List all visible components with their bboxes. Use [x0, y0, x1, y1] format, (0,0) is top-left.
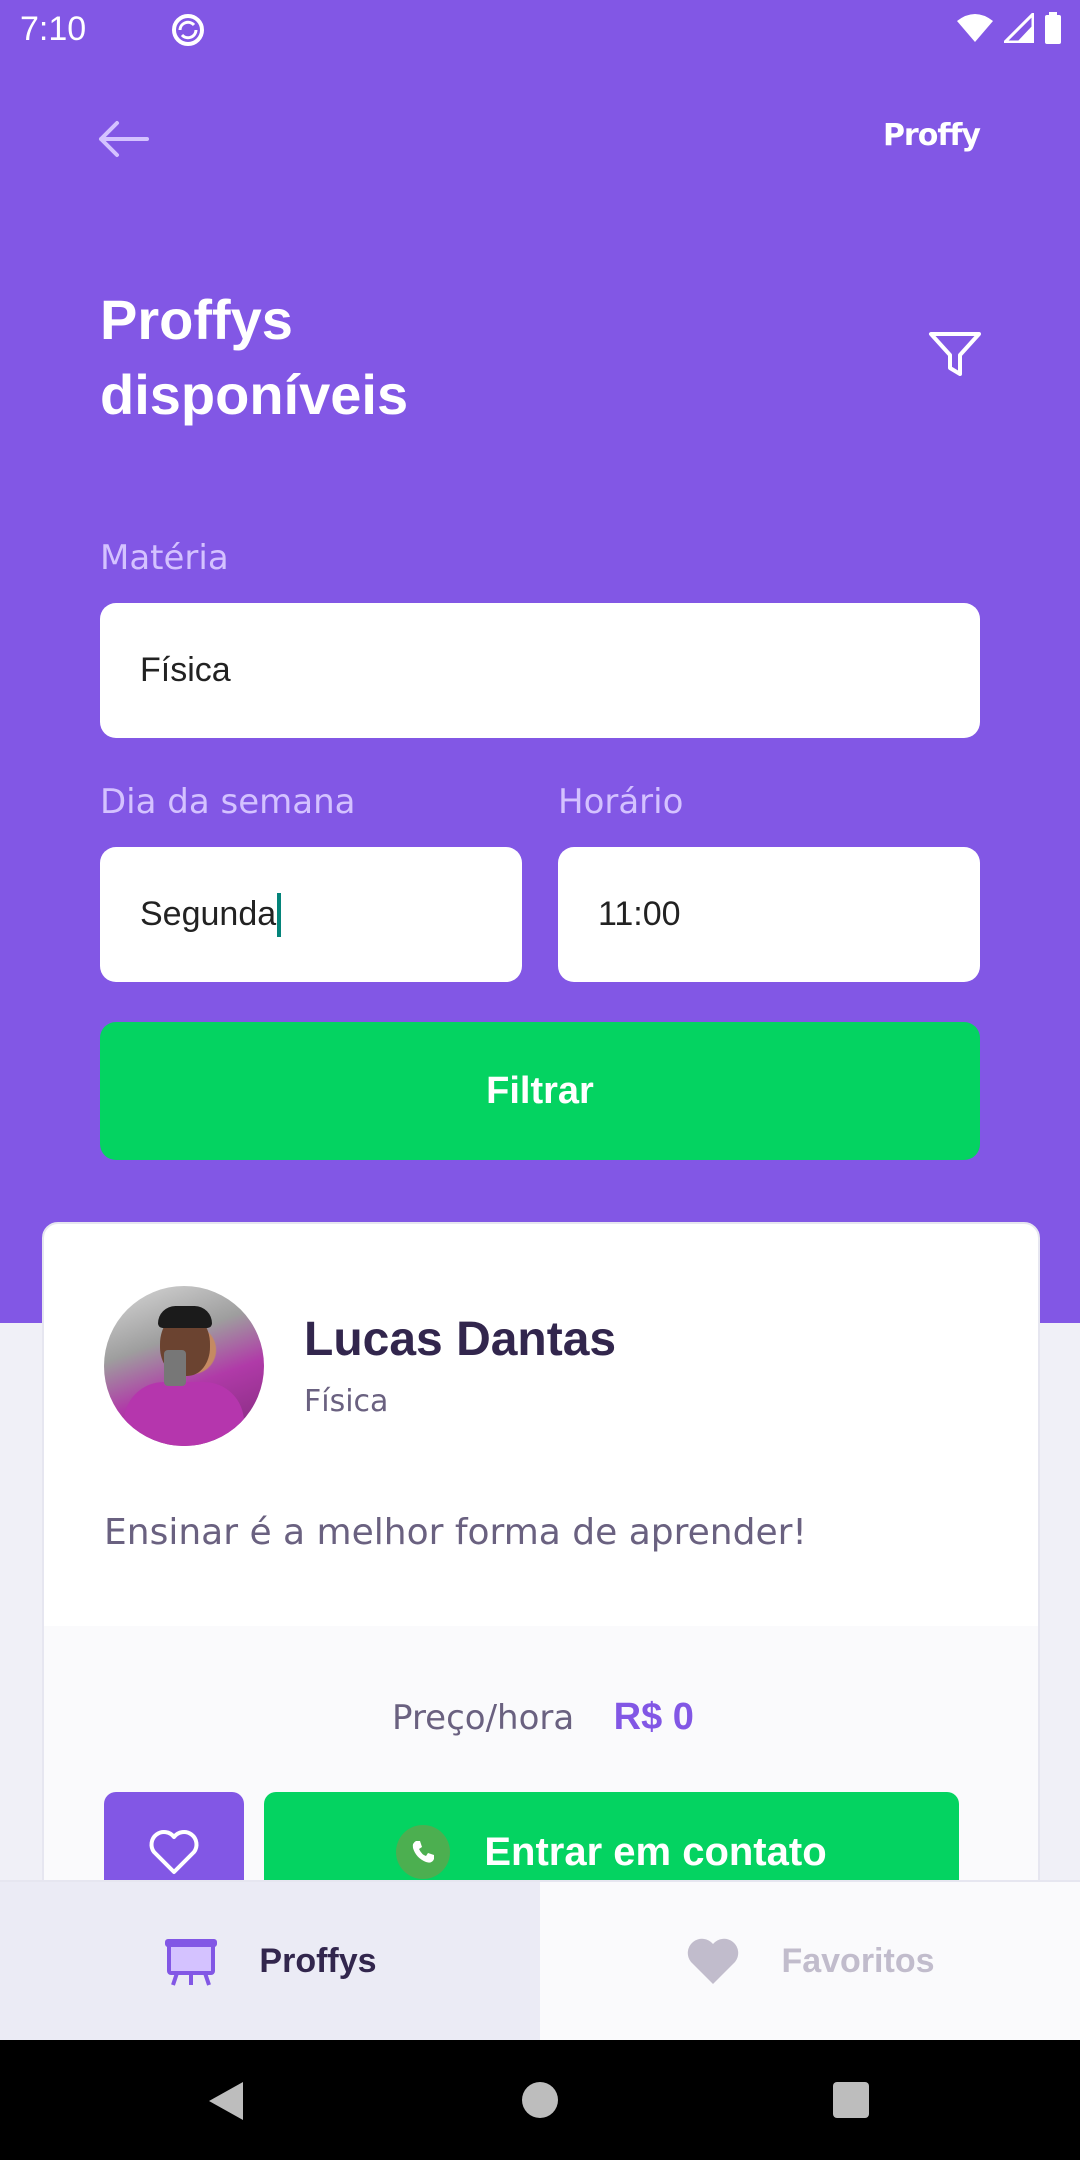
nav-back-icon[interactable] — [205, 2080, 245, 2122]
time-input[interactable]: 11:00 — [558, 847, 980, 982]
weekday-input[interactable]: Segunda — [100, 847, 522, 982]
status-icons — [956, 12, 1062, 44]
teacher-bio: Ensinar é a melhor forma de aprender! — [104, 1512, 807, 1553]
weekday-label: Dia da semana — [100, 782, 356, 822]
heart-outline-icon — [149, 1830, 199, 1874]
contact-button-label: Entrar em contato — [484, 1829, 827, 1874]
text-cursor — [277, 892, 282, 937]
weekday-input-value: Segunda — [140, 895, 277, 933]
status-time: 7:10 — [20, 10, 87, 48]
nav-home-icon[interactable] — [522, 2082, 558, 2118]
price-label: Preço/hora — [392, 1698, 575, 1738]
price-value: R$ 0 — [613, 1696, 694, 1738]
sync-icon — [172, 14, 204, 46]
tab-favoritos[interactable]: Favoritos — [540, 1882, 1080, 2040]
subject-label: Matéria — [100, 538, 229, 578]
teacher-name: Lucas Dantas — [304, 1313, 617, 1366]
wifi-icon — [957, 14, 993, 42]
tab-favoritos-label: Favoritos — [781, 1941, 935, 1980]
bottom-tab-bar: Proffys Favoritos — [0, 1880, 1080, 2040]
time-input-value: 11:00 — [598, 895, 681, 933]
subject-input-value: Física — [140, 651, 231, 689]
teacher-card: Lucas Dantas Física Ensinar é a melhor f… — [42, 1222, 1040, 1922]
teacher-subject: Física — [304, 1384, 389, 1419]
tab-proffys[interactable]: Proffys — [0, 1882, 540, 2040]
logo: Proffy — [882, 118, 981, 153]
back-arrow-icon[interactable] — [95, 118, 151, 160]
card-footer: Preço/hora R$ 0 Entrar em contato — [44, 1626, 1038, 1920]
avatar — [104, 1286, 264, 1446]
heart-icon — [688, 1938, 739, 1984]
tab-proffys-label: Proffys — [259, 1941, 377, 1980]
easel-icon — [165, 1939, 218, 1986]
battery-icon — [1045, 12, 1061, 44]
price-row: Preço/hora R$ 0 — [44, 1696, 1038, 1739]
filter-icon[interactable] — [928, 330, 982, 380]
nav-recents-icon[interactable] — [833, 2082, 869, 2118]
subject-input[interactable]: Física — [100, 603, 980, 738]
system-nav-bar — [0, 2040, 1080, 2160]
time-label: Horário — [558, 782, 684, 822]
status-bar: 7:10 — [0, 0, 1080, 62]
whatsapp-icon — [396, 1825, 451, 1879]
header: Proffy Proffys disponíveis Matéria Físic… — [0, 0, 1080, 1323]
page-title-line1: Proffys — [100, 288, 293, 351]
signal-icon — [1004, 13, 1034, 43]
filter-submit-button[interactable]: Filtrar — [100, 1022, 980, 1160]
page-title-line2: disponíveis — [100, 363, 409, 426]
page-title: Proffys disponíveis — [100, 282, 600, 432]
